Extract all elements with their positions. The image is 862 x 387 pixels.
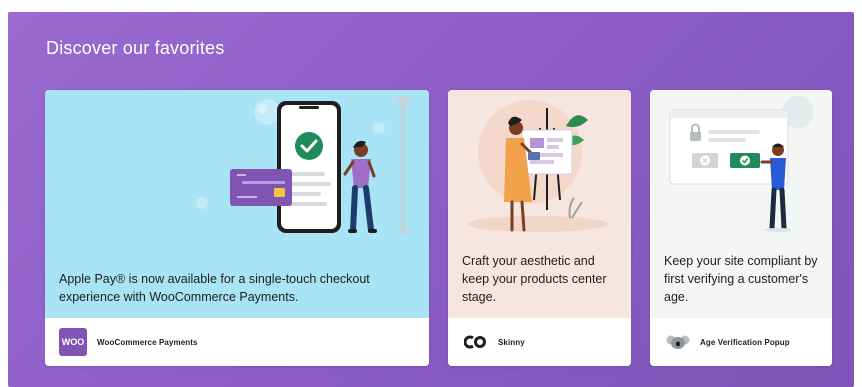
- brand-name: Age Verification Popup: [700, 337, 790, 347]
- card-skinny[interactable]: Craft your aesthetic and keep your produ…: [448, 90, 631, 366]
- woocommerce-logo-icon: WOO: [59, 328, 87, 356]
- card-description: Craft your aesthetic and keep your produ…: [462, 254, 607, 304]
- art-easel-illustration: [468, 100, 608, 232]
- card-hero: Apple Pay® is now available for a single…: [45, 90, 429, 318]
- brand-name: Skinny: [498, 337, 525, 347]
- card-age-verification[interactable]: Keep your site compliant by first verify…: [650, 90, 832, 366]
- section-title: Discover our favorites: [46, 38, 225, 58]
- card-description: Apple Pay® is now available for a single…: [59, 272, 370, 304]
- card-hero: Craft your aesthetic and keep your produ…: [448, 90, 631, 318]
- card-description: Keep your site compliant by first verify…: [664, 254, 818, 304]
- age-verification-illustration: [669, 96, 814, 232]
- card-footer: WOO WooCommerce Payments: [45, 318, 429, 366]
- card-footer: Skinny: [448, 318, 631, 366]
- brand-name: WooCommerce Payments: [97, 337, 198, 347]
- card-footer: Age Verification Popup: [650, 318, 832, 366]
- card-woocommerce-payments[interactable]: Apple Pay® is now available for a single…: [45, 90, 429, 366]
- card-hero: Keep your site compliant by first verify…: [650, 90, 832, 318]
- koala-logo-icon: [666, 335, 690, 349]
- discover-favorites-panel: Discover our favorites Apple Pay® is now…: [8, 12, 854, 387]
- skinny-logo-icon: [464, 335, 486, 349]
